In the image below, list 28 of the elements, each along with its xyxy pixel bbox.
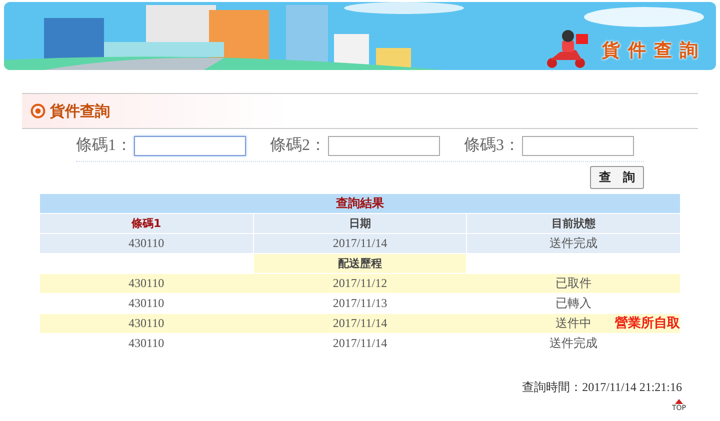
table-cell: 送件中: [556, 316, 592, 330]
table-cell-text: 2017/11/13: [332, 295, 388, 312]
table-cell: 已取件: [556, 276, 592, 290]
table-cell: 送件完成: [467, 234, 680, 253]
history-title: 配送歷程: [254, 254, 466, 273]
table-cell: 已轉入: [556, 296, 592, 310]
pickup-note: 營業所自取: [615, 315, 680, 333]
query-time: 查詢時間：2017/11/14 21:21:16: [521, 379, 682, 396]
field-label: 條碼1：: [76, 136, 132, 156]
section-title: 貨件查詢: [50, 102, 110, 120]
target-icon: [30, 103, 46, 119]
table-title: 查詢結果: [40, 194, 680, 213]
column-header: 條碼1: [40, 214, 253, 233]
search-button[interactable]: 查 詢: [590, 166, 644, 189]
banner-title: 貨件查詢: [602, 39, 706, 62]
field-label: 條碼3：: [464, 136, 520, 156]
table-cell: 430110: [40, 234, 253, 253]
table-cell: 送件完成: [550, 336, 598, 350]
field-label: 條碼2：: [270, 136, 326, 156]
table-cell-text: 430110: [128, 335, 166, 352]
column-header: 目前狀態: [467, 214, 680, 233]
barcode-input[interactable]: [328, 136, 440, 156]
table-cell: 2017/11/14: [254, 234, 466, 253]
barcode-input[interactable]: [522, 136, 634, 156]
column-header: 日期: [254, 214, 466, 233]
table-cell-text: 430110: [128, 295, 166, 312]
barcode-input[interactable]: [134, 136, 246, 156]
table-cell-text: 2017/11/14: [332, 335, 388, 352]
